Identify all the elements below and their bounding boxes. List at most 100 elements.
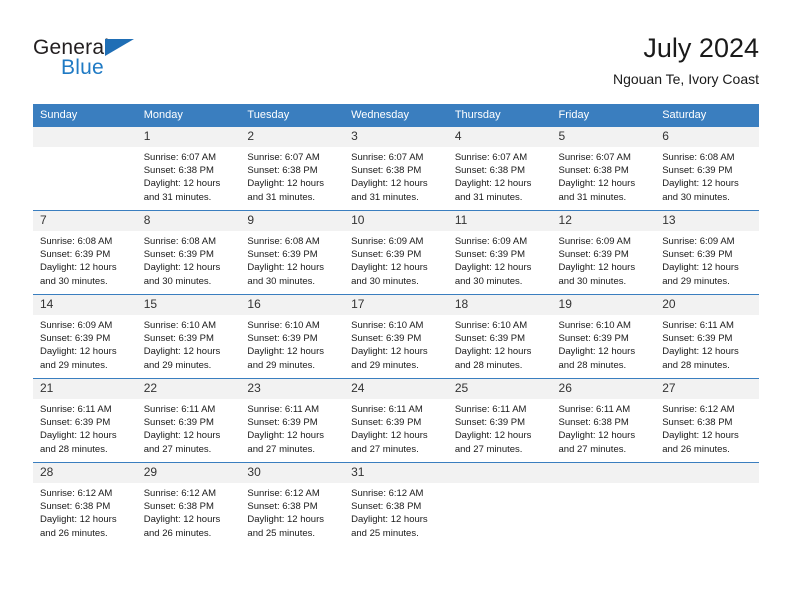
calendar-day-cell[interactable]: 6 Sunrise: 6:08 AM Sunset: 6:39 PM Daylight… (655, 126, 759, 211)
calendar-week-row: 1 Sunrise: 6:07 AM Sunset: 6:38 PM Daylight… (33, 126, 759, 211)
sunrise-time: Sunrise: 6:10 AM (247, 320, 320, 331)
day-number: 22 (136, 379, 241, 399)
day-details: Sunrise: 6:11 AM Sunset: 6:39 PM Daylight:… (33, 399, 137, 456)
title-block: July 2024 Ngouan Te, Ivory Coast (613, 32, 759, 89)
calendar-day-cell[interactable]: 3 Sunrise: 6:07 AM Sunset: 6:38 PM Daylight… (344, 126, 448, 211)
calendar-day-cell[interactable]: 7 Sunrise: 6:08 AM Sunset: 6:39 PM Daylight… (33, 210, 137, 295)
daylight-duration-line1: Daylight: 12 hours (40, 430, 117, 442)
calendar-week-row: 7 Sunrise: 6:08 AM Sunset: 6:39 PM Daylight… (33, 210, 759, 295)
daylight-duration-line1: Daylight: 12 hours (454, 346, 532, 358)
calendar-day-cell[interactable]: 24 Sunrise: 6:11 AM Sunset: 6:39 PM Dayligh… (344, 378, 448, 463)
daylight-duration-line2: and 25 minutes. (247, 527, 316, 539)
day-number (33, 127, 137, 147)
calendar-day-cell[interactable]: 22 Sunrise: 6:11 AM Sunset: 6:39 PM Dayligh… (136, 378, 241, 463)
calendar-day-cell[interactable]: 20 Sunrise: 6:11 AM Sunset: 6:39 PM Dayligh… (655, 294, 759, 379)
sunset-time: Sunset: 6:39 PM (351, 249, 422, 261)
daylight-duration-line1: Daylight: 12 hours (40, 514, 117, 526)
daylight-duration-line1: Daylight: 12 hours (351, 178, 428, 190)
sunset-time: Sunset: 6:39 PM (40, 333, 111, 345)
sunset-time: Sunset: 6:39 PM (662, 333, 733, 345)
day-details: Sunrise: 6:07 AM Sunset: 6:38 PM Daylight:… (137, 147, 241, 204)
sunrise-time: Sunrise: 6:12 AM (351, 488, 424, 499)
calendar-day-cell-empty (551, 462, 656, 546)
daylight-duration-line2: and 28 minutes. (454, 359, 523, 371)
day-number: 31 (344, 463, 448, 483)
sunrise-time: Sunrise: 6:11 AM (558, 404, 631, 415)
logo-text-blue: Blue (61, 56, 104, 79)
day-details: Sunrise: 6:12 AM Sunset: 6:38 PM Daylight:… (344, 483, 448, 540)
calendar-day-cell[interactable]: 16 Sunrise: 6:10 AM Sunset: 6:39 PM Dayligh… (240, 294, 345, 379)
calendar-body: 1 Sunrise: 6:07 AM Sunset: 6:38 PM Daylight… (33, 126, 759, 546)
daylight-duration-line2: and 30 minutes. (40, 275, 108, 287)
page-title: July 2024 (643, 33, 759, 63)
daylight-duration-line2: and 30 minutes. (558, 275, 627, 287)
calendar-day-cell[interactable]: 10 Sunrise: 6:09 AM Sunset: 6:39 PM Dayligh… (344, 210, 448, 295)
calendar-day-cell[interactable]: 17 Sunrise: 6:10 AM Sunset: 6:39 PM Dayligh… (344, 294, 448, 379)
sunset-time: Sunset: 6:39 PM (247, 249, 318, 261)
sunset-time: Sunset: 6:38 PM (247, 501, 318, 513)
day-number: 27 (655, 379, 759, 399)
day-details: Sunrise: 6:07 AM Sunset: 6:38 PM Daylight:… (448, 147, 552, 204)
sunrise-time: Sunrise: 6:12 AM (40, 488, 113, 499)
day-details: Sunrise: 6:08 AM Sunset: 6:39 PM Daylight:… (240, 231, 344, 288)
calendar-day-cell[interactable]: 28 Sunrise: 6:12 AM Sunset: 6:38 PM Dayligh… (33, 462, 137, 546)
daylight-duration-line1: Daylight: 12 hours (40, 346, 117, 358)
day-details: Sunrise: 6:09 AM Sunset: 6:39 PM Daylight:… (33, 315, 137, 372)
sunrise-time: Sunrise: 6:08 AM (40, 236, 113, 247)
daylight-duration-line2: and 26 minutes. (40, 527, 108, 539)
day-details: Sunrise: 6:11 AM Sunset: 6:39 PM Daylight:… (344, 399, 448, 456)
daylight-duration-line1: Daylight: 12 hours (454, 430, 532, 442)
sunrise-time: Sunrise: 6:11 AM (662, 320, 734, 331)
weekday-header-thursday: Thursday (447, 104, 552, 127)
day-number: 29 (136, 463, 241, 483)
sunset-time: Sunset: 6:38 PM (454, 165, 526, 177)
day-number: 10 (344, 211, 448, 231)
calendar-day-cell[interactable]: 19 Sunrise: 6:10 AM Sunset: 6:39 PM Dayligh… (551, 294, 656, 379)
calendar-day-cell[interactable]: 25 Sunrise: 6:11 AM Sunset: 6:39 PM Dayligh… (447, 378, 552, 463)
daylight-duration-line1: Daylight: 12 hours (40, 262, 117, 274)
calendar-day-cell[interactable]: 4 Sunrise: 6:07 AM Sunset: 6:38 PM Daylight… (447, 126, 552, 211)
calendar-day-cell[interactable]: 29 Sunrise: 6:12 AM Sunset: 6:38 PM Dayligh… (136, 462, 241, 546)
calendar-day-cell[interactable]: 18 Sunrise: 6:10 AM Sunset: 6:39 PM Dayligh… (447, 294, 552, 379)
day-details: Sunrise: 6:09 AM Sunset: 6:39 PM Daylight:… (552, 231, 656, 288)
sunset-time: Sunset: 6:38 PM (143, 501, 214, 513)
daylight-duration-line1: Daylight: 12 hours (143, 178, 221, 190)
sunrise-sunset-calendar: Sunday Monday Tuesday Wednesday Thursday… (33, 104, 759, 546)
generalblue-logo[interactable]: General Blue (33, 36, 233, 90)
day-details: Sunrise: 6:08 AM Sunset: 6:39 PM Daylight:… (137, 231, 241, 288)
calendar-day-cell[interactable]: 9 Sunrise: 6:08 AM Sunset: 6:39 PM Daylight… (240, 210, 345, 295)
weekday-header-friday: Friday (551, 104, 656, 127)
calendar-day-cell[interactable]: 26 Sunrise: 6:11 AM Sunset: 6:38 PM Dayligh… (551, 378, 656, 463)
calendar-day-cell[interactable]: 14 Sunrise: 6:09 AM Sunset: 6:39 PM Dayligh… (33, 294, 137, 379)
calendar-day-cell[interactable]: 23 Sunrise: 6:11 AM Sunset: 6:39 PM Dayligh… (240, 378, 345, 463)
calendar-week-row: 21 Sunrise: 6:11 AM Sunset: 6:39 PM Dayligh… (33, 378, 759, 463)
calendar-day-cell[interactable]: 31 Sunrise: 6:12 AM Sunset: 6:38 PM Dayligh… (344, 462, 448, 546)
calendar-day-cell[interactable]: 27 Sunrise: 6:12 AM Sunset: 6:38 PM Dayligh… (655, 378, 759, 463)
weekday-header-saturday: Saturday (655, 104, 759, 127)
calendar-day-cell[interactable]: 21 Sunrise: 6:11 AM Sunset: 6:39 PM Dayligh… (33, 378, 137, 463)
sunset-time: Sunset: 6:39 PM (351, 417, 422, 429)
logo-triangle-icon (105, 39, 134, 56)
calendar-day-cell[interactable]: 30 Sunrise: 6:12 AM Sunset: 6:38 PM Dayligh… (240, 462, 345, 546)
calendar-day-cell[interactable]: 11 Sunrise: 6:09 AM Sunset: 6:39 PM Dayligh… (447, 210, 552, 295)
calendar-day-cell[interactable]: 5 Sunrise: 6:07 AM Sunset: 6:38 PM Daylight… (551, 126, 656, 211)
daylight-duration-line2: and 29 minutes. (247, 359, 316, 371)
daylight-duration-line2: and 27 minutes. (558, 443, 627, 455)
day-details: Sunrise: 6:07 AM Sunset: 6:38 PM Daylight:… (240, 147, 344, 204)
sunrise-time: Sunrise: 6:11 AM (247, 404, 320, 415)
calendar-day-cell[interactable]: 1 Sunrise: 6:07 AM Sunset: 6:38 PM Daylight… (136, 126, 241, 211)
calendar-day-cell[interactable]: 2 Sunrise: 6:07 AM Sunset: 6:38 PM Daylight… (240, 126, 345, 211)
day-number: 7 (33, 211, 137, 231)
sunrise-time: Sunrise: 6:12 AM (662, 404, 735, 415)
daylight-duration-line1: Daylight: 12 hours (351, 430, 428, 442)
sunrise-time: Sunrise: 6:07 AM (454, 152, 528, 163)
sunrise-time: Sunrise: 6:10 AM (558, 320, 631, 331)
calendar-day-cell[interactable]: 8 Sunrise: 6:08 AM Sunset: 6:39 PM Daylight… (136, 210, 241, 295)
calendar-day-cell[interactable]: 12 Sunrise: 6:09 AM Sunset: 6:39 PM Dayligh… (551, 210, 656, 295)
sunset-time: Sunset: 6:39 PM (662, 165, 733, 177)
daylight-duration-line2: and 28 minutes. (40, 443, 108, 455)
calendar-day-cell[interactable]: 13 Sunrise: 6:09 AM Sunset: 6:39 PM Dayligh… (655, 210, 759, 295)
sunrise-time: Sunrise: 6:11 AM (40, 404, 112, 415)
calendar-day-cell[interactable]: 15 Sunrise: 6:10 AM Sunset: 6:39 PM Dayligh… (136, 294, 241, 379)
sunrise-time: Sunrise: 6:11 AM (143, 404, 216, 415)
